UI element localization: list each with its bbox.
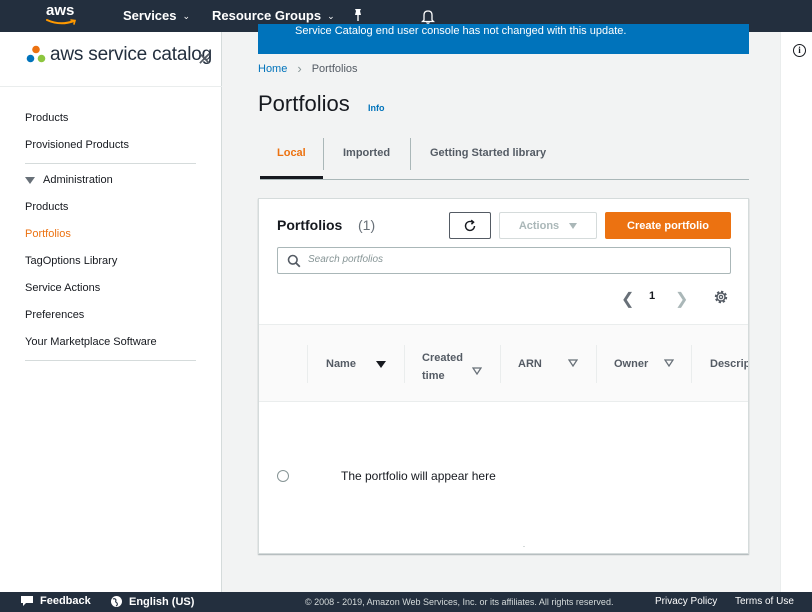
- tab-divider: [410, 138, 411, 170]
- caret-down-icon: [569, 222, 578, 229]
- language-selector[interactable]: English (US): [110, 595, 194, 608]
- chevron-down-icon: ⌄: [327, 11, 335, 21]
- breadcrumb-current: Portfolios: [311, 62, 358, 75]
- info-banner: Service Catalog end user console has not…: [258, 24, 749, 54]
- sort-icon[interactable]: [472, 367, 482, 375]
- current-page-number[interactable]: 1: [649, 290, 655, 302]
- breadcrumb: Home › Portfolios: [258, 61, 358, 76]
- refresh-icon: [464, 219, 476, 231]
- tab-getting-started-library[interactable]: Getting Started library: [430, 147, 546, 159]
- sidebar-divider: [25, 163, 196, 164]
- bell-icon[interactable]: [421, 9, 435, 24]
- column-header-owner[interactable]: Owner: [614, 358, 648, 370]
- sidebar-section-administration[interactable]: Administration: [25, 174, 113, 186]
- actions-dropdown[interactable]: Actions: [499, 212, 597, 239]
- close-icon[interactable]: ✕: [197, 50, 212, 68]
- column-header-arn[interactable]: ARN: [518, 358, 542, 370]
- language-label: English (US): [129, 595, 195, 608]
- tab-divider: [323, 138, 324, 170]
- resource-groups-label: Resource Groups: [212, 8, 322, 23]
- sort-icon[interactable]: [664, 359, 674, 367]
- info-icon[interactable]: i: [793, 44, 806, 57]
- sidebar-item-portfolios[interactable]: Portfolios: [25, 228, 71, 240]
- column-divider: [500, 345, 501, 383]
- services-menu[interactable]: Services ⌄: [123, 8, 190, 23]
- sidebar-item-tagoptions-library[interactable]: TagOptions Library: [25, 255, 117, 267]
- column-header-created-time[interactable]: Created time: [422, 349, 470, 385]
- feedback-label: Feedback: [40, 595, 91, 607]
- aws-logo-text: aws: [46, 2, 75, 19]
- sidebar-item-products[interactable]: Products: [25, 112, 68, 124]
- sidebar-item-service-actions[interactable]: Service Actions: [25, 282, 100, 294]
- feedback-button[interactable]: Feedback: [20, 595, 91, 607]
- table-header: Name Created time ARN Owner Descrip: [259, 324, 748, 402]
- column-header-name[interactable]: Name: [326, 358, 356, 370]
- portfolio-count: (1): [358, 217, 376, 233]
- sidebar-divider: [25, 360, 196, 361]
- info-link[interactable]: Info: [368, 103, 385, 113]
- next-page-icon[interactable]: ❯: [675, 289, 688, 309]
- card-title: Portfolios: [277, 217, 343, 233]
- previous-page-icon[interactable]: ❮: [621, 289, 634, 309]
- sidebar: aws service catalog ✕ Products Provision…: [0, 32, 222, 592]
- column-header-description[interactable]: Descrip: [710, 358, 748, 370]
- pin-icon[interactable]: [352, 8, 364, 22]
- scrollbar-thumb[interactable]: [523, 546, 525, 547]
- terms-of-use-link[interactable]: Terms of Use: [735, 596, 794, 607]
- column-divider: [691, 345, 692, 383]
- administration-label: Administration: [43, 174, 113, 186]
- search-placeholder: Search portfolios: [308, 254, 384, 265]
- gear-icon[interactable]: [713, 289, 729, 305]
- sidebar-item-admin-products[interactable]: Products: [25, 201, 68, 213]
- speech-bubble-icon: [21, 596, 33, 606]
- create-portfolio-button[interactable]: Create portfolio: [605, 212, 731, 239]
- help-panel-strip: i: [780, 32, 812, 592]
- sort-icon[interactable]: [568, 359, 578, 367]
- service-catalog-brand[interactable]: aws service catalog: [26, 44, 212, 66]
- search-input[interactable]: Search portfolios: [277, 247, 731, 274]
- column-divider: [596, 345, 597, 383]
- active-tab-indicator: [260, 176, 323, 179]
- aws-logo[interactable]: aws: [46, 2, 80, 28]
- sidebar-item-marketplace-software[interactable]: Your Marketplace Software: [25, 336, 157, 348]
- page-title: Portfolios: [258, 91, 350, 116]
- refresh-button[interactable]: [449, 212, 491, 239]
- copyright-text: © 2008 - 2019, Amazon Web Services, Inc.…: [305, 597, 614, 607]
- footer: Feedback English (US) © 2008 - 2019, Ama…: [0, 592, 812, 612]
- tab-local[interactable]: Local: [277, 147, 306, 159]
- empty-state-message: The portfolio will appear here: [341, 469, 496, 483]
- tab-bar: Local Imported Getting Started library: [260, 138, 749, 180]
- sort-descending-icon[interactable]: [376, 361, 386, 368]
- tab-imported[interactable]: Imported: [343, 147, 390, 159]
- caret-down-icon: [25, 176, 35, 184]
- globe-icon: [111, 596, 122, 607]
- service-catalog-logo-icon: [26, 45, 46, 63]
- column-divider: [404, 345, 405, 383]
- sidebar-item-preferences[interactable]: Preferences: [25, 309, 84, 321]
- sidebar-item-provisioned-products[interactable]: Provisioned Products: [25, 139, 129, 151]
- aws-smile-icon: [46, 19, 77, 25]
- portfolios-table-card: Portfolios (1) Actions Create portfolio …: [258, 198, 749, 554]
- brand-text: aws service catalog: [50, 44, 212, 65]
- actions-label: Actions: [518, 219, 560, 232]
- privacy-policy-link[interactable]: Privacy Policy: [655, 596, 717, 607]
- chevron-right-icon: ›: [297, 61, 302, 76]
- breadcrumb-home[interactable]: Home: [258, 63, 287, 75]
- resource-groups-menu[interactable]: Resource Groups ⌄: [212, 8, 335, 23]
- search-icon: [287, 254, 301, 268]
- row-select-radio[interactable]: [277, 470, 289, 482]
- column-divider: [307, 345, 308, 383]
- banner-text: Service Catalog end user console has not…: [295, 25, 627, 37]
- sidebar-divider: [0, 86, 222, 87]
- chevron-down-icon: ⌄: [182, 11, 191, 21]
- services-label: Services: [123, 8, 177, 23]
